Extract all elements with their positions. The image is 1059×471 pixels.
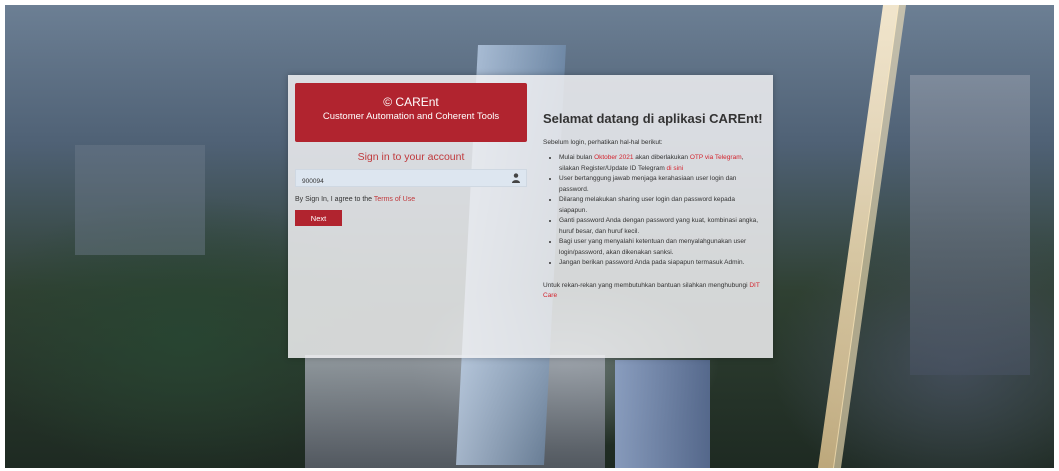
user-icon [512,173,520,183]
signin-column: © CAREnt Customer Automation and Coheren… [295,83,527,226]
list-item: Ganti password Anda dengan password yang… [559,216,763,237]
background-building [305,355,605,468]
background-building [910,75,1030,375]
background-building [75,145,205,255]
terms-agreement: By Sign In, I agree to the Terms of Use [295,196,527,203]
username-field [295,169,527,190]
background-road [831,5,907,468]
brand-subtitle: Customer Automation and Coherent Tools [322,111,500,122]
list-item: Mulai bulan Oktober 2021 akan diberlakuk… [559,153,763,174]
login-panel: © CAREnt Customer Automation and Coheren… [288,75,773,358]
background-tower [615,360,710,468]
intro-text: Sebelum login, perhatikan hal-hal beriku… [543,139,663,146]
highlight-text: Oktober 2021 [594,154,634,161]
list-item: Dilarang melakukan sharing user login da… [559,195,763,216]
list-item: Bagi user yang menyalahi ketentuan dan m… [559,237,763,258]
contact-text: Untuk rekan-rekan yang membutuhkan bantu… [543,281,763,302]
register-telegram-link[interactable]: di sini [667,165,684,172]
agree-text: By Sign In, I agree to the [295,196,374,203]
contact-label: Untuk rekan-rekan yang membutuhkan bantu… [543,281,750,289]
signin-title: Sign in to your account [357,151,465,163]
highlight-text: OTP via Telegram [689,154,742,161]
username-input[interactable] [296,173,482,190]
next-button[interactable]: Next [295,210,342,226]
terms-of-use-link[interactable]: Terms of Use [374,196,415,203]
rule-text: akan diberlakukan [633,154,690,161]
brand-title: © CAREnt [383,95,439,109]
rule-text: Mulai bulan [559,154,595,161]
welcome-title: Selamat datang di aplikasi CAREnt! [543,111,763,126]
list-item: Jangan berikan password Anda pada siapap… [559,258,763,269]
rules-list: Mulai bulan Oktober 2021 akan diberlakuk… [543,153,763,269]
background-road [816,5,900,468]
brand-header: © CAREnt Customer Automation and Coheren… [295,83,527,142]
list-item: User bertanggung jawab menjaga kerahasia… [559,174,763,195]
info-column: Selamat datang di aplikasi CAREnt! Sebel… [543,111,763,302]
